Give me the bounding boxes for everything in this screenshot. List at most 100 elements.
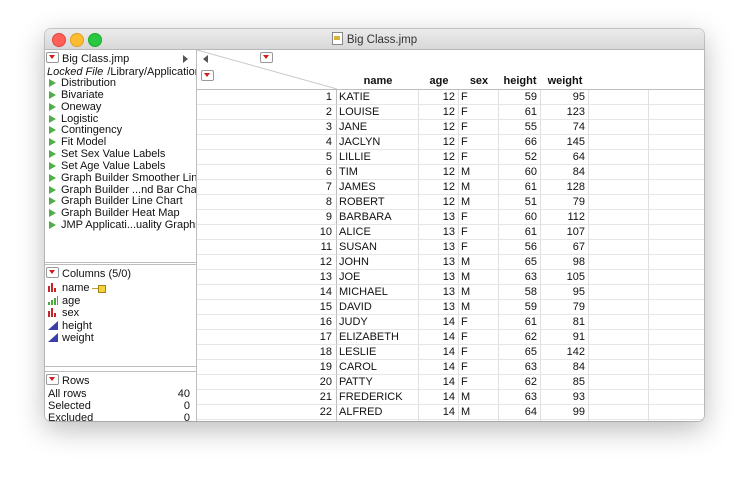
table-cell[interactable]: 12 — [419, 165, 459, 180]
table-row[interactable]: 23HENRY14M65119 — [197, 420, 704, 421]
table-cell[interactable]: JACLYN — [337, 135, 419, 150]
row-number[interactable]: 6 — [197, 165, 337, 180]
empty-cell[interactable] — [589, 375, 649, 390]
rows-menu-red-triangle-icon[interactable] — [201, 70, 214, 81]
column-header[interactable]: height — [499, 50, 542, 90]
table-cell[interactable]: 13 — [419, 225, 459, 240]
table-row[interactable]: 1 KATIE 12 F 59 95 — [197, 90, 704, 105]
column-header[interactable]: sex — [459, 50, 500, 90]
table-cell[interactable]: M — [459, 255, 499, 270]
table-cell[interactable]: 95 — [541, 285, 589, 300]
table-row[interactable]: 16 JUDY 14 F 61 81 — [197, 315, 704, 330]
empty-cell[interactable] — [649, 390, 704, 405]
table-cell[interactable]: 63 — [499, 390, 541, 405]
table-cell[interactable]: 91 — [541, 330, 589, 345]
row-number[interactable]: 1 — [197, 90, 337, 105]
table-cell[interactable]: 12 — [419, 120, 459, 135]
table-cell[interactable]: F — [459, 315, 499, 330]
empty-cell[interactable] — [589, 270, 649, 285]
row-number[interactable]: 12 — [197, 255, 337, 270]
row-number[interactable]: 21 — [197, 390, 337, 405]
table-cell[interactable]: 145 — [541, 135, 589, 150]
table-row[interactable]: 20 PATTY 14 F 62 85 — [197, 375, 704, 390]
table-cell[interactable]: M — [459, 165, 499, 180]
table-cell[interactable]: 93 — [541, 390, 589, 405]
empty-cell[interactable] — [589, 90, 649, 105]
table-cell[interactable]: LOUISE — [337, 105, 419, 120]
table-cell[interactable]: 79 — [541, 195, 589, 210]
table-cell[interactable]: 65 — [499, 345, 541, 360]
table-row[interactable]: 15 DAVID 13 M 59 79 — [197, 300, 704, 315]
empty-cell[interactable] — [589, 165, 649, 180]
table-row[interactable]: 21 FREDERICK 14 M 63 93 — [197, 390, 704, 405]
run-script-icon[interactable] — [49, 79, 56, 87]
table-cell[interactable]: 112 — [541, 210, 589, 225]
table-row[interactable]: 3 JANE 12 F 55 74 — [197, 120, 704, 135]
table-cell[interactable]: 63 — [499, 270, 541, 285]
empty-cell[interactable] — [589, 330, 649, 345]
row-number[interactable]: 7 — [197, 180, 337, 195]
table-cell[interactable]: JAMES — [337, 180, 419, 195]
continuous-modeling-type-icon[interactable] — [48, 333, 58, 343]
empty-cell[interactable] — [649, 165, 704, 180]
table-cell[interactable]: 51 — [499, 195, 541, 210]
table-cell[interactable]: M — [459, 180, 499, 195]
empty-cell[interactable] — [589, 315, 649, 330]
table-cell[interactable]: M — [459, 390, 499, 405]
empty-cell[interactable] — [649, 405, 704, 420]
table-row[interactable]: 9 BARBARA 13 F 60 112 — [197, 210, 704, 225]
empty-cell[interactable] — [649, 300, 704, 315]
run-script-icon[interactable] — [49, 126, 56, 135]
empty-cell[interactable] — [649, 345, 704, 360]
table-cell[interactable]: 52 — [499, 150, 541, 165]
run-script-icon[interactable] — [49, 197, 56, 206]
table-cell[interactable]: 14 — [419, 375, 459, 390]
empty-cell[interactable] — [589, 135, 649, 150]
table-cell[interactable]: 12 — [419, 195, 459, 210]
table-cell[interactable]: 12 — [419, 150, 459, 165]
table-row[interactable]: 8 ROBERT 12 M 51 79 — [197, 195, 704, 210]
table-cell[interactable]: CAROL — [337, 360, 419, 375]
table-row[interactable]: 10 ALICE 13 F 61 107 — [197, 225, 704, 240]
row-number[interactable]: 8 — [197, 195, 337, 210]
row-number[interactable]: 11 — [197, 240, 337, 255]
table-cell[interactable]: KATIE — [337, 90, 419, 105]
table-cell[interactable]: 64 — [499, 405, 541, 420]
run-script-icon[interactable] — [49, 173, 56, 182]
table-cell[interactable]: 62 — [499, 330, 541, 345]
empty-cell[interactable] — [649, 420, 704, 421]
empty-column-header[interactable] — [649, 50, 704, 90]
table-cell[interactable]: 99 — [541, 405, 589, 420]
run-script-icon[interactable] — [49, 102, 56, 111]
empty-cell[interactable] — [649, 135, 704, 150]
empty-cell[interactable] — [589, 150, 649, 165]
table-cell[interactable]: 63 — [499, 360, 541, 375]
columns-menu-red-triangle-icon[interactable] — [260, 52, 273, 63]
table-cell[interactable]: F — [459, 375, 499, 390]
table-row[interactable]: 11 SUSAN 13 F 56 67 — [197, 240, 704, 255]
table-cell[interactable]: 105 — [541, 270, 589, 285]
table-cell[interactable]: 14 — [419, 345, 459, 360]
table-row[interactable]: 14 MICHAEL 13 M 58 95 — [197, 285, 704, 300]
empty-cell[interactable] — [649, 150, 704, 165]
empty-cell[interactable] — [649, 210, 704, 225]
table-cell[interactable]: 13 — [419, 270, 459, 285]
table-cell[interactable]: M — [459, 300, 499, 315]
column-header[interactable]: age — [419, 50, 460, 90]
table-cell[interactable]: 13 — [419, 210, 459, 225]
table-cell[interactable]: 65 — [499, 255, 541, 270]
table-cell[interactable]: 12 — [419, 135, 459, 150]
table-cell[interactable]: 14 — [419, 420, 459, 421]
column-header[interactable]: weight — [541, 50, 590, 90]
table-row[interactable]: 13 JOE 13 M 63 105 — [197, 270, 704, 285]
table-cell[interactable]: F — [459, 210, 499, 225]
table-cell[interactable]: F — [459, 360, 499, 375]
table-cell[interactable]: 12 — [419, 180, 459, 195]
table-cell[interactable]: 58 — [499, 285, 541, 300]
empty-cell[interactable] — [589, 240, 649, 255]
table-cell[interactable]: JUDY — [337, 315, 419, 330]
empty-cell[interactable] — [589, 210, 649, 225]
table-cell[interactable]: 61 — [499, 315, 541, 330]
column-header[interactable]: name — [337, 50, 420, 90]
empty-cell[interactable] — [589, 345, 649, 360]
